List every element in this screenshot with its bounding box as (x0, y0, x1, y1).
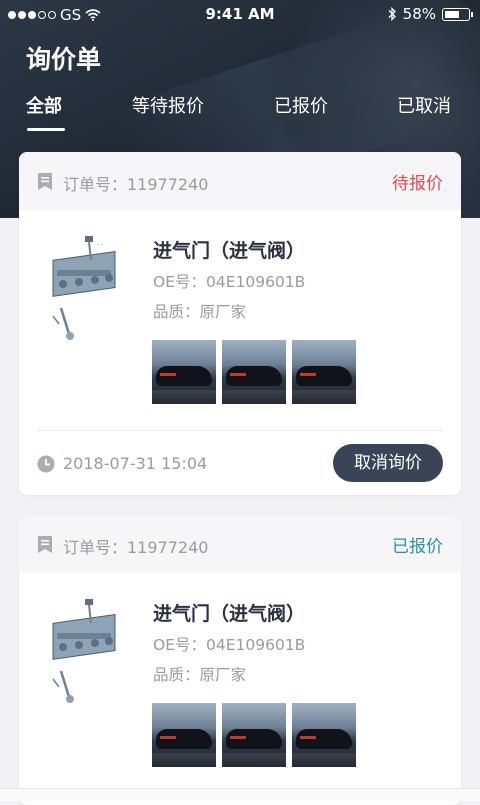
cancel-inquiry-button[interactable]: 取消询价 (333, 444, 443, 482)
clock-icon (37, 455, 55, 473)
bluetooth-icon (388, 7, 396, 21)
oe-number: OE号：04E109601B (153, 636, 306, 654)
car-photo-thumbnail[interactable] (292, 340, 356, 404)
card-divider (37, 430, 443, 431)
car-photo-thumbnail[interactable] (292, 703, 356, 767)
car-photo-thumbnail[interactable] (222, 703, 286, 767)
tab-awaiting-quote[interactable]: 等待报价 (132, 92, 204, 118)
svg-text:- -: - - (97, 242, 102, 248)
order-card[interactable]: 订单号：11977240 已报价 进气门（进气阀） OE号：04E109601B… (19, 515, 461, 805)
reference-photos (152, 703, 356, 767)
order-timestamp: 2018-07-31 15:04 (63, 454, 208, 473)
order-card[interactable]: 订单号：11977240 待报价 - - 进气门（进气阀） OE号：04E109… (19, 152, 461, 495)
status-bar: GS 9:41 AM 58% (0, 0, 480, 30)
part-quality: 品质：原厂家 (153, 666, 247, 684)
order-document-icon (38, 536, 52, 553)
order-number: 订单号：11977240 (63, 175, 209, 194)
reference-photos (152, 340, 356, 404)
tab-bar: 全部 等待报价 已报价 已取消 (0, 88, 480, 132)
part-name: 进气门（进气阀） (153, 603, 306, 625)
battery-icon (442, 7, 473, 21)
order-card-header: 订单号：11977240 待报价 (19, 152, 461, 210)
status-badge: 已报价 (392, 537, 443, 557)
car-photo-thumbnail[interactable] (222, 340, 286, 404)
oe-number: OE号：04E109601B (153, 273, 306, 291)
page-title: 询价单 (26, 45, 102, 74)
order-document-icon (38, 173, 52, 190)
tab-quoted[interactable]: 已报价 (274, 92, 328, 118)
battery-percent: 58% (402, 5, 436, 23)
bottom-navigation-bar (0, 788, 480, 801)
tab-all[interactable]: 全部 (26, 92, 62, 118)
part-name: 进气门（进气阀） (153, 240, 306, 262)
order-number: 订单号：11977240 (63, 538, 209, 557)
part-diagram-image (52, 599, 116, 703)
order-card-header: 订单号：11977240 已报价 (19, 515, 461, 573)
part-quality: 品质：原厂家 (153, 303, 247, 321)
active-tab-indicator (27, 128, 65, 131)
part-diagram-image: - - (52, 236, 116, 340)
tab-cancelled[interactable]: 已取消 (397, 92, 451, 118)
status-badge: 待报价 (392, 174, 443, 194)
car-photo-thumbnail[interactable] (152, 703, 216, 767)
car-photo-thumbnail[interactable] (152, 340, 216, 404)
